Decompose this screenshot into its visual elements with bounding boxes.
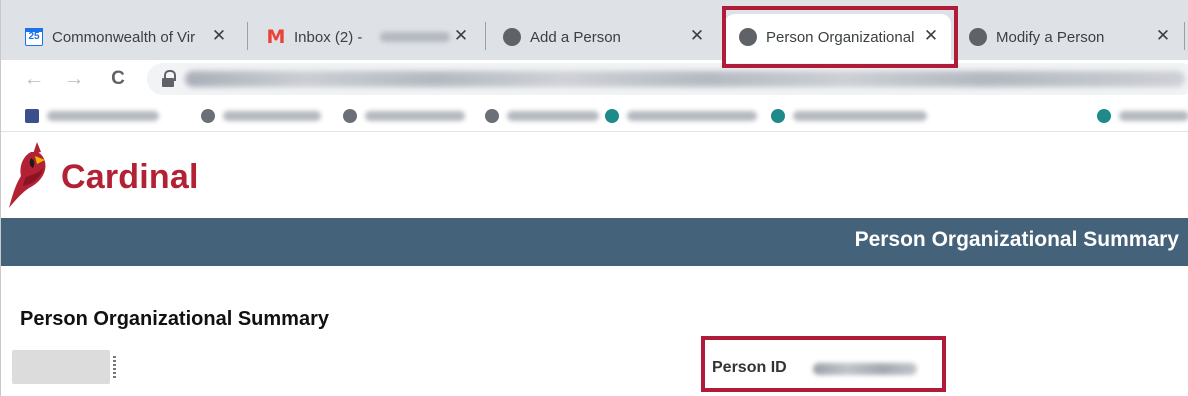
page-banner: Person Organizational Summary — [1, 218, 1188, 266]
browser-window: 25 Commonwealth of Vir ✕ M Inbox (2) - ✕… — [0, 0, 1188, 396]
bookmark-item[interactable] — [771, 107, 927, 125]
bookmark-label-redacted — [1119, 111, 1188, 121]
globe-icon — [343, 109, 357, 123]
bookmark-icon — [25, 109, 39, 123]
bookmark-item[interactable] — [201, 107, 321, 125]
bookmark-label-redacted — [627, 111, 757, 121]
close-icon[interactable]: ✕ — [451, 26, 471, 46]
tab-label: Inbox (2) - — [294, 28, 363, 46]
app-header: Cardinal — [1, 132, 1188, 218]
bookmark-label-redacted — [365, 111, 465, 121]
bookmark-label-redacted — [47, 111, 159, 121]
url-text-redacted — [185, 71, 1185, 87]
bookmark-item[interactable] — [485, 107, 599, 125]
globe-icon — [771, 109, 785, 123]
tab-label: Modify a Person — [996, 28, 1105, 46]
lock-icon[interactable] — [161, 70, 176, 88]
globe-icon — [485, 109, 499, 123]
bookmark-label-redacted — [223, 111, 321, 121]
gmail-icon: M — [266, 26, 286, 48]
tab-strip: 25 Commonwealth of Vir ✕ M Inbox (2) - ✕… — [1, 0, 1188, 60]
redacted-text — [380, 32, 450, 42]
calendar-icon: 25 — [25, 28, 43, 46]
related-actions-menu[interactable] — [113, 356, 116, 378]
close-icon[interactable]: ✕ — [1153, 26, 1173, 46]
address-bar[interactable] — [147, 63, 1188, 95]
highlight-box-person-id — [701, 336, 946, 392]
close-icon[interactable]: ✕ — [687, 26, 707, 46]
banner-title: Person Organizational Summary — [854, 228, 1179, 251]
globe-icon — [201, 109, 215, 123]
main-content: Person Organizational Summary Person ID — [1, 266, 1188, 396]
tab-commonwealth[interactable]: 25 Commonwealth of Vir ✕ — [11, 14, 239, 60]
globe-icon — [503, 28, 521, 46]
forward-button[interactable]: → — [59, 64, 89, 94]
cardinal-bird-icon — [9, 142, 46, 208]
back-button[interactable]: ← — [19, 64, 49, 94]
globe-icon — [969, 28, 987, 46]
app-logo-text: Cardinal — [61, 158, 199, 196]
tab-add-person[interactable]: Add a Person ✕ — [489, 14, 717, 60]
highlight-box-active-tab — [722, 6, 958, 68]
close-icon[interactable]: ✕ — [209, 26, 229, 46]
bookmark-label-redacted — [507, 111, 599, 121]
bookmark-label-redacted — [793, 111, 927, 121]
person-name-redacted — [12, 350, 110, 384]
bookmark-item[interactable] — [25, 107, 159, 125]
globe-icon — [1097, 109, 1111, 123]
page-title: Person Organizational Summary — [20, 308, 329, 330]
globe-icon — [605, 109, 619, 123]
browser-toolbar: ← → C — [1, 60, 1188, 100]
bookmark-item[interactable] — [343, 107, 465, 125]
bookmarks-bar — [1, 100, 1188, 132]
tab-modify-person[interactable]: Modify a Person ✕ — [955, 14, 1183, 60]
tab-label: Add a Person — [530, 28, 621, 46]
tab-divider — [1184, 22, 1185, 50]
bookmark-item[interactable] — [605, 107, 757, 125]
tab-inbox[interactable]: M Inbox (2) - ✕ — [253, 14, 481, 60]
tab-label: Commonwealth of Vir — [52, 28, 196, 46]
reload-button[interactable]: C — [103, 64, 133, 94]
bookmark-item[interactable] — [1097, 107, 1188, 125]
tab-divider — [247, 22, 248, 50]
tab-divider — [485, 22, 486, 50]
